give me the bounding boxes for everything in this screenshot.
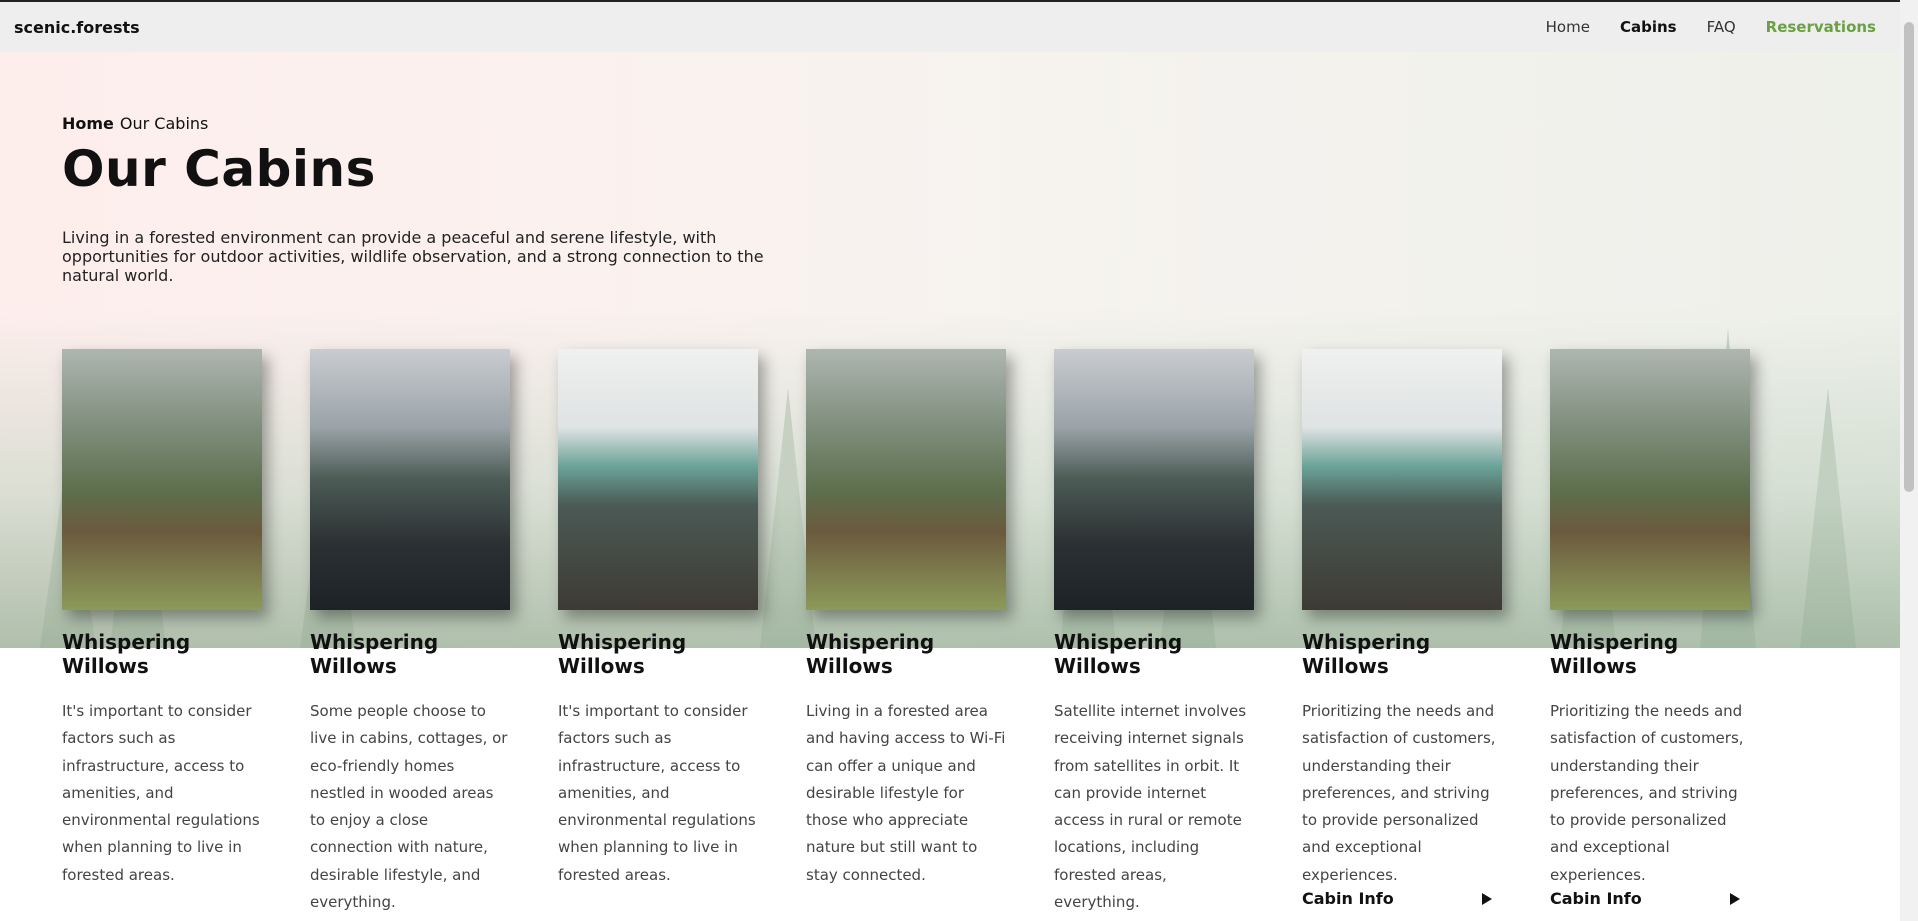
top-navbar: scenic.forests Home Cabins FAQ Reservati… [0,0,1900,52]
cabin-info-label[interactable]: Cabin Info [1302,889,1394,908]
breadcrumb-current: Our Cabins [119,114,209,133]
nav-reservations[interactable]: Reservations [1766,18,1876,36]
cabin-image[interactable] [62,349,262,610]
breadcrumb-home[interactable]: Home [62,114,114,133]
breadcrumb: Home Our Cabins [62,114,208,133]
cabin-info-label[interactable]: Cabin Info [1550,889,1642,908]
nav-cabins[interactable]: Cabins [1620,18,1677,36]
site-logo[interactable]: scenic.forests [14,18,140,37]
cabin-card[interactable]: Whispering Willows Satellite internet in… [1054,349,1254,916]
cabin-title: Whispering Willows [806,630,935,678]
cabin-description: Prioritizing the needs and satisfaction … [1550,702,1744,884]
cabin-description: Prioritizing the needs and satisfaction … [1302,702,1496,884]
cabin-description: Living in a forested area and having acc… [806,702,1006,884]
cabin-title: Whispering Willows [62,630,191,678]
cabin-info-link[interactable]: Cabin Info [1302,889,1502,908]
cabin-card[interactable]: Whispering Willows Prioritizing the need… [1550,349,1750,908]
nav-home[interactable]: Home [1546,18,1590,36]
main-nav: Home Cabins FAQ Reservations [1546,18,1886,36]
cabin-image[interactable] [558,349,758,610]
cabin-image[interactable] [310,349,510,610]
nav-faq[interactable]: FAQ [1707,18,1736,36]
cabin-title: Whispering Willows [1302,630,1431,678]
cabin-title: Whispering Willows [558,630,687,678]
vertical-scrollbar[interactable] [1900,0,1918,921]
cabin-info-link[interactable]: Cabin Info [1550,889,1750,908]
cabin-title: Whispering Willows [1550,630,1679,678]
cabin-card[interactable]: Whispering Willows Some people choose to… [310,349,510,916]
cabin-title: Whispering Willows [1054,630,1183,678]
cabin-title: Whispering Willows [310,630,439,678]
cabin-card[interactable]: Whispering Willows Living in a forested … [806,349,1006,889]
page-title: Our Cabins [62,140,376,198]
play-arrow-icon[interactable] [1730,892,1740,905]
intro-text: Living in a forested environment can pro… [62,228,764,285]
cabin-card[interactable]: Whispering Willows It's important to con… [62,349,262,889]
cabin-image[interactable] [806,349,1006,610]
cabin-description: Satellite internet involves receiving in… [1054,702,1247,912]
cabin-card[interactable]: Whispering Willows Prioritizing the need… [1302,349,1502,908]
play-arrow-icon[interactable] [1482,892,1492,905]
scrollbar-thumb[interactable] [1904,22,1914,492]
cabin-card[interactable]: Whispering Willows It's important to con… [558,349,758,889]
cabin-description: It's important to consider factors such … [558,702,756,884]
cabin-description: Some people choose to live in cabins, co… [310,702,508,912]
cabin-image[interactable] [1550,349,1750,610]
cabin-description: It's important to consider factors such … [62,702,260,884]
cabin-image[interactable] [1302,349,1502,610]
cabin-image[interactable] [1054,349,1254,610]
